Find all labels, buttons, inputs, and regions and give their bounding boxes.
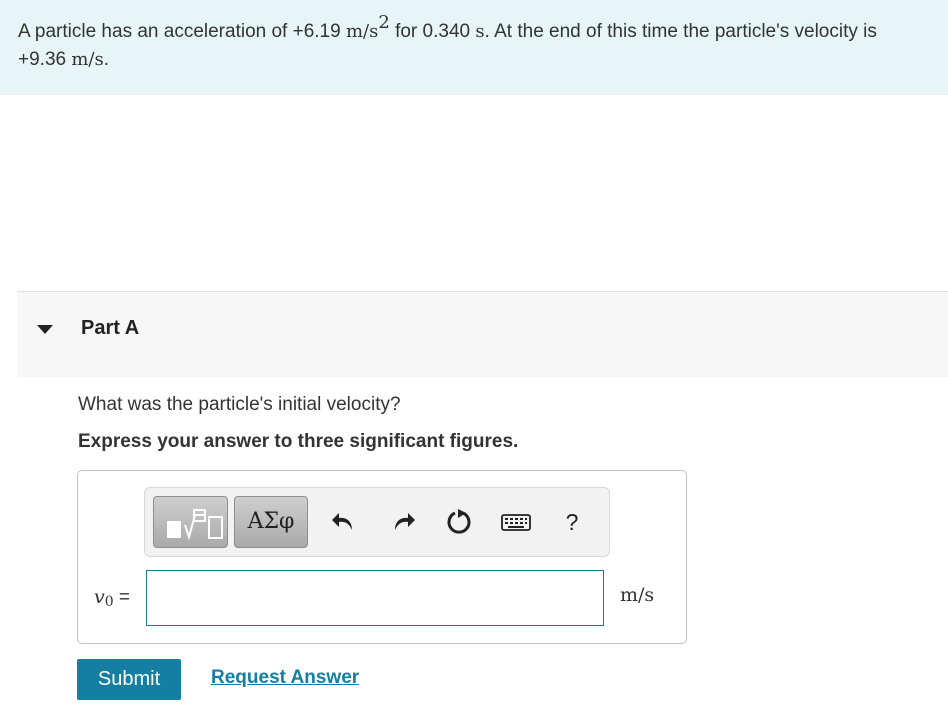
problem-text-3: . At the end of this time the particle's… [484, 21, 877, 42]
submit-button[interactable]: Submit [77, 659, 181, 700]
problem-statement: A particle has an acceleration of +6.19 … [0, 0, 948, 95]
instruction-text: Express your answer to three significant… [78, 431, 519, 452]
request-answer-link[interactable]: Request Answer [211, 667, 359, 689]
problem-unit-exponent: 2 [378, 12, 390, 33]
problem-unit-velocity: m/s [71, 49, 104, 70]
part-a-header[interactable]: Part A [17, 291, 948, 377]
problem-text-4: +9.36 [18, 49, 72, 70]
templates-button[interactable] [153, 496, 228, 548]
answer-box: ΑΣφ ? v0 = m/s [77, 470, 687, 644]
redo-icon[interactable] [389, 508, 417, 536]
problem-text-1: A particle has an acceleration of +6.19 [18, 21, 346, 42]
answer-input[interactable] [146, 570, 604, 626]
variable-symbol: v [94, 586, 105, 608]
variable-label: v0 = [94, 586, 130, 610]
variable-subscript: 0 [104, 594, 114, 610]
problem-text-5: . [103, 49, 110, 70]
problem-unit-time: s [475, 21, 485, 42]
problem-text-2: for 0.340 [389, 21, 476, 42]
help-icon[interactable]: ? [558, 508, 586, 536]
equals-sign: = [113, 587, 131, 608]
greek-symbols-button[interactable]: ΑΣφ [234, 496, 308, 548]
keyboard-icon[interactable] [500, 508, 532, 536]
undo-icon[interactable] [330, 508, 358, 536]
reset-icon[interactable] [445, 508, 473, 536]
math-toolbar: ΑΣφ ? [144, 487, 610, 557]
caret-down-icon[interactable] [37, 325, 53, 334]
answer-unit: m/s [620, 584, 655, 606]
question-text: What was the particle's initial velocity… [78, 394, 401, 415]
problem-unit-acceleration: m/s [345, 21, 379, 42]
part-title: Part A [81, 317, 140, 339]
templates-icon [167, 509, 223, 541]
